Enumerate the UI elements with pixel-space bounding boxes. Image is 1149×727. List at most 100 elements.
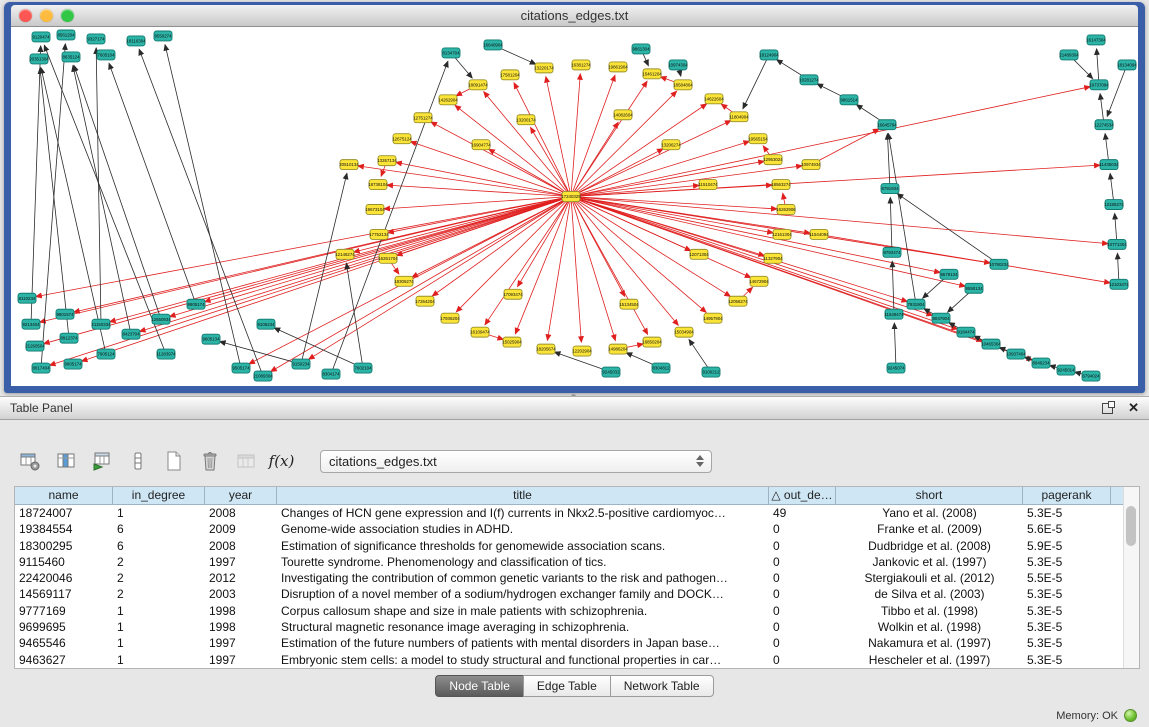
graph-node[interactable]: 12148274 [335,249,355,259]
table-cell[interactable]: 1998 [205,603,277,619]
table-cell[interactable]: Dudbridge et al. (2008) [836,538,1023,554]
table-cell[interactable]: Genome-wide association studies in ADHD. [277,521,769,537]
graph-node[interactable]: 17936204 [440,313,460,323]
table-cell[interactable]: Estimation of significance thresholds fo… [277,538,769,554]
graph-node[interactable]: 14262904 [438,95,458,105]
graph-node[interactable]: 14672904 [749,276,769,286]
graph-edge[interactable] [571,197,932,316]
column-header-in_degree[interactable]: in_degree [113,487,205,505]
table-cell[interactable]: 2 [113,570,205,586]
graph-edge[interactable] [571,74,580,197]
table-cell[interactable]: 1 [113,652,205,668]
graph-node[interactable]: 12071304 [689,249,709,259]
graph-edge[interactable] [31,46,41,324]
graph-node[interactable]: 14082604 [613,110,633,120]
table-cell[interactable]: 1998 [205,619,277,635]
column-header-year[interactable]: year [205,487,277,505]
graph-node[interactable]: 18116304 [126,36,146,46]
table-cell[interactable]: 1 [113,619,205,635]
graph-node[interactable]: 10974934 [801,160,821,170]
table-cell[interactable]: 18300295 [15,538,113,554]
graph-node[interactable]: 21150334 [91,319,111,329]
graph-edge[interactable] [571,165,1100,196]
graph-node[interactable]: 14622604 [704,94,724,104]
graph-edge[interactable] [73,66,131,334]
graph-node[interactable]: 12056274 [728,296,748,306]
graph-node[interactable]: 18091474 [468,80,488,90]
table-row[interactable]: 946362711997Embryonic stem cells: a mode… [15,652,1139,668]
graph-node[interactable]: 9213404 [22,319,40,329]
graph-node[interactable]: 21089304 [253,371,273,381]
scrollbar-thumb[interactable] [1126,506,1136,546]
graph-edge[interactable] [358,166,571,197]
graph-node[interactable]: 19565154 [748,134,768,144]
column-header-title[interactable]: title [277,487,769,505]
import-table-icon[interactable] [88,448,115,475]
table-cell[interactable]: 0 [769,554,836,570]
graph-node[interactable]: 13206274 [661,140,681,150]
table-cell[interactable]: Franke et al. (2009) [836,521,1023,537]
graph-node[interactable]: 10771304 [1107,239,1127,249]
graph-node[interactable]: 18584804 [673,80,693,90]
table-cell[interactable]: Stergiakouli et al. (2012) [836,570,1023,586]
graph-node[interactable]: 16261704 [378,253,398,263]
close-panel-icon[interactable]: ✕ [1128,401,1139,414]
window-titlebar[interactable]: citations_edges.txt [11,5,1138,27]
delete-table-icon[interactable] [196,448,223,475]
graph-edge[interactable] [571,197,615,341]
graph-node[interactable]: 16262906 [776,205,796,215]
tab-edge-table[interactable]: Edge Table [523,675,611,697]
table-cell[interactable]: 1 [113,505,205,521]
graph-node[interactable]: 16645794 [877,120,897,130]
graph-node[interactable]: 9106212 [702,367,720,377]
graph-node[interactable]: 18306274 [394,276,414,286]
graph-node[interactable]: 16381274 [571,60,591,70]
graph-edge[interactable] [109,63,196,304]
table-cell[interactable]: 0 [769,570,836,586]
table-cell[interactable]: 9699695 [15,619,113,635]
graph-node[interactable]: 16640904 [483,40,503,50]
graph-node[interactable]: 9245014 [1057,365,1075,375]
graph-node[interactable]: 11510474 [698,180,718,190]
table-cell[interactable]: Estimation of the future numbers of pati… [277,635,769,651]
table-cell[interactable]: 2008 [205,505,277,521]
table-cell[interactable]: Tourette syndrome. Phenomenology and cla… [277,554,769,570]
graph-edge[interactable] [82,197,571,362]
graph-node[interactable]: 13200174 [516,115,536,125]
citation-network-graph[interactable]: 1724032916262906185632741295302419565154… [11,27,1138,386]
graph-node[interactable]: 12274534 [1094,120,1114,130]
column-header-out_de[interactable]: △ out_de… [769,487,836,505]
graph-node[interactable]: 10281274 [799,75,819,85]
graph-node[interactable]: 12202904 [572,346,592,356]
graph-node[interactable]: 8423704 [122,329,140,339]
graph-edge[interactable] [331,61,448,374]
table-cell[interactable]: 22420046 [15,570,113,586]
table-cell[interactable]: 5.3E-5 [1023,619,1111,635]
graph-node[interactable]: 16147304 [1086,35,1106,45]
graph-node[interactable]: 9905174 [64,359,82,369]
graph-node[interactable]: 9245032 [602,367,620,377]
graph-node[interactable]: 20510134 [339,160,359,170]
graph-edge[interactable] [1107,65,1127,116]
graph-node[interactable]: 7605104 [97,50,115,60]
graph-node[interactable]: 11435034 [1099,160,1119,170]
table-cell[interactable]: 1997 [205,635,277,651]
table-cell[interactable]: 5.5E-5 [1023,570,1111,586]
column-chooser-icon[interactable] [52,448,79,475]
table-cell[interactable]: 2012 [205,570,277,586]
table-cell[interactable]: 18724007 [15,505,113,521]
merge-table-icon[interactable] [232,448,259,475]
table-settings-icon[interactable] [16,448,43,475]
table-cell[interactable]: Changes of HCN gene expression and I(f) … [277,505,769,521]
table-cell[interactable]: 2008 [205,538,277,554]
table-cell[interactable]: Jankovic et al. (1997) [836,554,1023,570]
graph-edge[interactable] [455,105,571,196]
graph-node[interactable]: 21260504 [25,341,45,351]
graph-node[interactable]: 8017404 [32,363,50,373]
table-cell[interactable]: de Silva et al. (2003) [836,586,1023,602]
graph-node[interactable]: 15034904 [674,327,694,337]
graph-node[interactable]: 8561204 [57,30,75,40]
graph-node[interactable]: 10790234 [989,259,1009,269]
close-window-icon[interactable] [19,9,32,22]
rows-icon[interactable] [124,448,151,475]
